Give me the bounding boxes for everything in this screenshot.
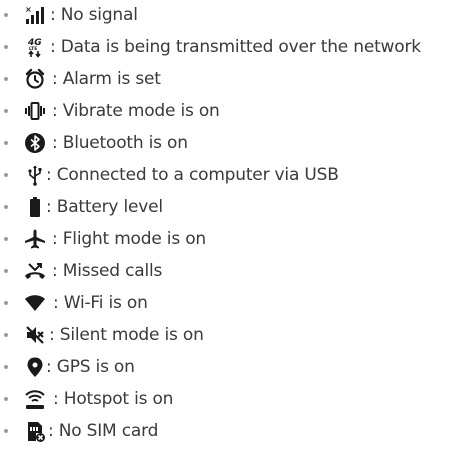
bluetooth-icon <box>24 132 46 154</box>
usb-icon <box>24 164 46 186</box>
missed-call-icon <box>24 260 46 282</box>
item-label: : No signal <box>50 5 138 25</box>
no-sim-icon <box>24 420 46 442</box>
bullet <box>4 77 8 81</box>
bullet <box>4 173 8 177</box>
bullet <box>4 141 8 145</box>
battery-icon <box>24 196 46 218</box>
bullet <box>4 333 8 337</box>
hotspot-icon <box>24 388 46 410</box>
item-label: : Connected to a computer via USB <box>46 165 339 185</box>
data-transfer-icon: 4G LTE <box>24 36 46 58</box>
svg-text:×: × <box>25 5 32 14</box>
airplane-icon <box>24 228 46 250</box>
item-label: : Flight mode is on <box>52 229 206 249</box>
vibrate-icon <box>24 100 46 122</box>
item-label: : Missed calls <box>52 261 163 281</box>
bullet <box>4 45 8 49</box>
bullet <box>4 365 8 369</box>
wifi-icon <box>24 292 46 314</box>
silent-mode-icon <box>24 324 46 346</box>
bullet <box>4 429 8 433</box>
item-label: : Battery level <box>46 197 163 217</box>
bullet <box>4 301 8 305</box>
item-label: : Alarm is set <box>52 69 161 89</box>
no-signal-icon: × <box>24 4 46 26</box>
item-label: : Hotspot is on <box>53 389 174 409</box>
svg-text:LTE: LTE <box>29 46 37 52</box>
item-label: : Wi-Fi is on <box>53 293 148 313</box>
item-label: : GPS is on <box>46 357 135 377</box>
item-label: : Bluetooth is on <box>52 133 188 153</box>
item-label: : Vibrate mode is on <box>52 101 220 121</box>
bullet <box>4 397 8 401</box>
bullet <box>4 237 8 241</box>
gps-pin-icon <box>24 356 46 378</box>
item-label: : No SIM card <box>48 421 159 441</box>
item-label: : Silent mode is on <box>49 325 204 345</box>
bullet <box>4 269 8 273</box>
bullet <box>4 109 8 113</box>
bullet <box>4 205 8 209</box>
bullet <box>4 13 8 17</box>
alarm-clock-icon <box>24 68 46 90</box>
item-label: : Data is being transmitted over the net… <box>50 37 421 57</box>
